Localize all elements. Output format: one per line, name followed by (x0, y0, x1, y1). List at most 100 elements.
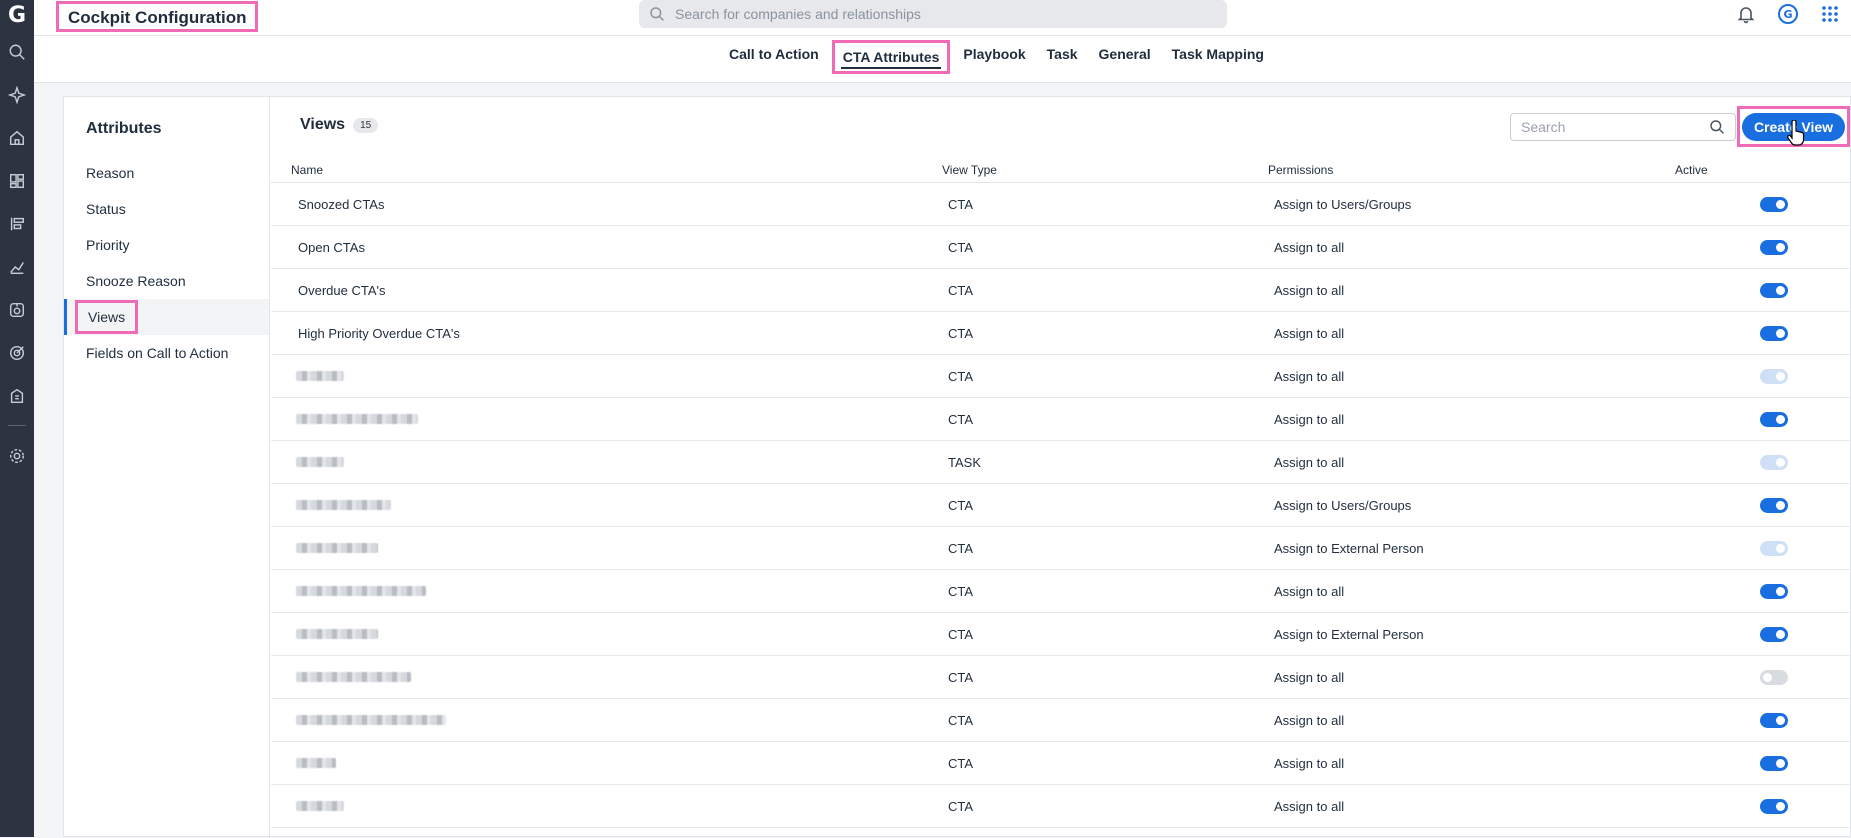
bell-icon[interactable] (1725, 0, 1767, 28)
view-name: Overdue CTA's (298, 283, 386, 298)
table-row[interactable]: CTA Assign to all (271, 742, 1851, 785)
table-row[interactable]: CTA Assign to all (271, 398, 1851, 441)
analytics-icon[interactable] (0, 245, 34, 288)
tab-playbook[interactable]: Playbook (955, 40, 1033, 74)
top-bar: Cockpit Configuration G (34, 0, 1851, 36)
table-row[interactable]: Overdue CTA's CTA Assign to all (271, 269, 1851, 312)
app-logo[interactable]: G (0, 0, 34, 30)
view-type: CTA (948, 412, 974, 427)
active-toggle[interactable] (1760, 197, 1788, 212)
attribute-item-snooze-reason[interactable]: Snooze Reason (64, 263, 269, 299)
column-header-view-type[interactable]: View Type (942, 163, 997, 177)
table-row[interactable]: CTA Assign to all (271, 570, 1851, 613)
active-toggle[interactable] (1760, 326, 1788, 341)
active-toggle[interactable] (1760, 369, 1788, 384)
redacted-view-name (296, 672, 411, 682)
view-name: Snoozed CTAs (298, 197, 385, 212)
table-row[interactable]: CTA Assign to Users/Groups (271, 484, 1851, 527)
table-row[interactable]: CTA Assign to all (271, 656, 1851, 699)
tab-general[interactable]: General (1091, 40, 1159, 74)
view-type: TASK (948, 455, 981, 470)
active-toggle[interactable] (1760, 240, 1788, 255)
active-toggle[interactable] (1760, 670, 1788, 685)
dashboard-icon[interactable] (0, 159, 34, 202)
redacted-view-name (296, 500, 391, 510)
attributes-panel: Attributes Reason Status Priority Snooze… (64, 97, 270, 838)
table-row[interactable]: CTA Assign to all (271, 355, 1851, 398)
views-header: Views 15 (300, 116, 379, 134)
views-search-input[interactable] (1521, 119, 1709, 135)
column-header-permissions[interactable]: Permissions (1268, 163, 1333, 177)
view-permissions: Assign to External Person (1274, 541, 1424, 556)
table-row[interactable]: CTA Assign to all (271, 785, 1851, 828)
table-row[interactable]: Open CTAs CTA Assign to all (271, 226, 1851, 269)
rail-divider (8, 425, 26, 426)
timeline-icon[interactable] (0, 202, 34, 245)
active-toggle[interactable] (1760, 713, 1788, 728)
active-toggle[interactable] (1760, 541, 1788, 556)
global-search-input[interactable] (675, 6, 1195, 22)
home-icon[interactable] (0, 116, 34, 159)
view-permissions: Assign to all (1274, 799, 1345, 814)
target-icon[interactable] (0, 331, 34, 374)
view-type: CTA (948, 197, 974, 212)
table-row[interactable]: CTA Assign to External Person (271, 613, 1851, 656)
active-toggle[interactable] (1760, 799, 1788, 814)
active-toggle[interactable] (1760, 455, 1788, 470)
view-type: CTA (948, 670, 974, 685)
attribute-item-priority[interactable]: Priority (64, 227, 269, 263)
table-row[interactable]: High Priority Overdue CTA's CTA Assign to … (271, 312, 1851, 355)
view-type: CTA (948, 713, 974, 728)
building-icon[interactable] (0, 374, 34, 417)
search-icon[interactable] (0, 30, 34, 73)
page-title: Cockpit Configuration (56, 1, 259, 32)
redacted-view-name (296, 801, 344, 811)
table-row[interactable]: CTA Assign to all (271, 699, 1851, 742)
redacted-view-name (296, 457, 344, 467)
redacted-view-name (296, 543, 378, 553)
column-header-name[interactable]: Name (291, 163, 323, 177)
view-name: High Priority Overdue CTA's (298, 326, 460, 341)
view-permissions: Assign to all (1274, 240, 1345, 255)
table-row[interactable]: CTA Assign to External Person (271, 527, 1851, 570)
attributes-title: Attributes (86, 120, 162, 137)
active-toggle[interactable] (1760, 498, 1788, 513)
view-permissions: Assign to all (1274, 326, 1345, 341)
active-toggle[interactable] (1760, 627, 1788, 642)
active-toggle[interactable] (1760, 756, 1788, 771)
view-permissions: Assign to all (1274, 455, 1345, 470)
redacted-view-name (296, 414, 418, 424)
view-name: Open CTAs (298, 240, 365, 255)
view-type: CTA (948, 283, 974, 298)
redacted-view-name (296, 758, 336, 768)
global-search[interactable] (639, 0, 1227, 28)
tab-task[interactable]: Task (1039, 40, 1086, 74)
attribute-item-fields-on-cta[interactable]: Fields on Call to Action (64, 335, 269, 371)
tab-cta-attributes[interactable]: CTA Attributes (831, 40, 951, 74)
sparkle-icon[interactable] (0, 73, 34, 116)
active-toggle[interactable] (1760, 412, 1788, 427)
table-row[interactable]: Snoozed CTAs CTA Assign to Users/Groups (271, 183, 1851, 226)
attribute-item-views[interactable]: Views (64, 299, 269, 335)
user-avatar[interactable]: G (1767, 0, 1809, 28)
active-toggle[interactable] (1760, 283, 1788, 298)
gear-icon[interactable] (0, 434, 34, 477)
view-permissions: Assign to all (1274, 670, 1345, 685)
view-permissions: Assign to all (1274, 283, 1345, 298)
tab-task-mapping[interactable]: Task Mapping (1164, 40, 1272, 74)
table-row[interactable]: TASK Assign to all (271, 441, 1851, 484)
attribute-item-status[interactable]: Status (64, 191, 269, 227)
svg-text:G: G (1783, 8, 1792, 21)
attribute-item-reason[interactable]: Reason (64, 155, 269, 191)
cockpit-icon[interactable] (0, 288, 34, 331)
column-header-active[interactable]: Active (1675, 163, 1708, 177)
view-permissions: Assign to all (1274, 756, 1345, 771)
active-toggle[interactable] (1760, 584, 1788, 599)
views-search[interactable] (1510, 113, 1736, 141)
app-grid-icon[interactable] (1809, 0, 1851, 28)
redacted-view-name (296, 586, 426, 596)
tab-call-to-action[interactable]: Call to Action (721, 40, 827, 74)
content-card: Attributes Reason Status Priority Snooze… (63, 96, 1851, 838)
view-type: CTA (948, 369, 974, 384)
view-type: CTA (948, 627, 974, 642)
